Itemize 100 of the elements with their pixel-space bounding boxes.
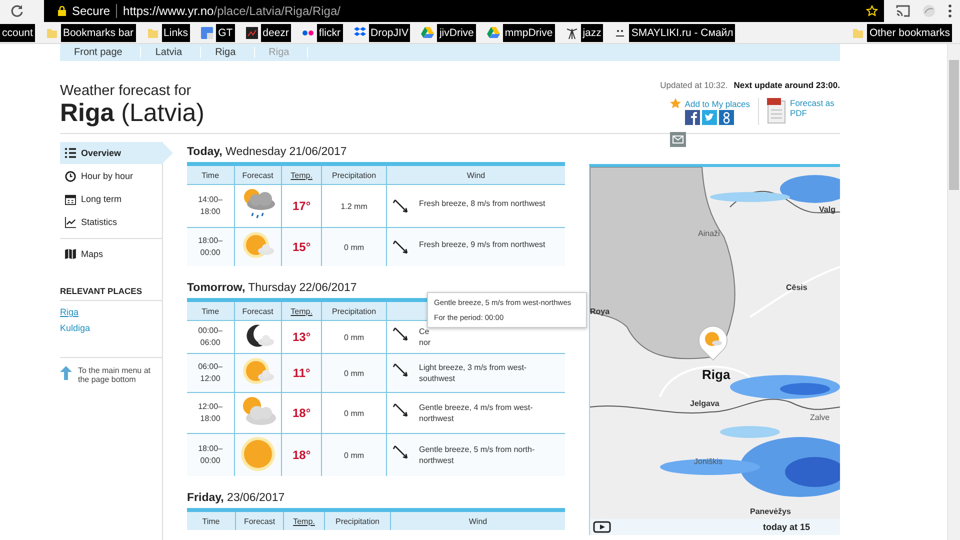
place-link[interactable]: Riga xyxy=(60,307,79,317)
day-heading: Today, Wednesday 21/06/2017 xyxy=(187,146,348,158)
facebook-icon[interactable] xyxy=(685,110,700,125)
weather-map[interactable]: Valg Ainaži Cēsis Roya Riga Jelgava Zalve Joniškis Panevėžys today at 15 xyxy=(589,164,840,535)
column-header: Time xyxy=(202,306,220,316)
scrollbar-thumb[interactable] xyxy=(949,60,959,190)
wind-arrow-icon xyxy=(393,239,409,255)
bookmark-item[interactable]: SMAYLIKI.ru - Смайл xyxy=(629,24,736,42)
map-place-label: Joniškis xyxy=(694,457,722,466)
precipitation-cell: 0 mm xyxy=(322,434,386,476)
column-header: Temp. xyxy=(290,170,312,180)
wind-arrow-icon xyxy=(393,362,409,378)
bookmark-item[interactable]: Other bookmarks xyxy=(867,24,952,42)
list-icon xyxy=(65,148,76,158)
folder-icon xyxy=(46,26,58,38)
page-subtitle: Weather forecast for xyxy=(60,83,192,99)
column-header: Temp. xyxy=(293,516,315,526)
triangle-icon xyxy=(421,27,434,38)
wind-description: Gentle breeze, 5 m/s from north-northwest xyxy=(419,444,536,466)
clock-icon xyxy=(65,170,76,182)
precipitation-cell: 0 mm xyxy=(322,354,386,392)
bookmark-item[interactable]: jazz xyxy=(580,24,604,42)
box-icon xyxy=(354,27,366,38)
temperature-cell: 11° xyxy=(282,354,322,392)
play-icon[interactable] xyxy=(593,521,611,533)
section-heading: RELEVANT PLACES xyxy=(60,286,162,301)
wind-description: Gentle breeze, 4 m/s from west-northwest xyxy=(419,402,534,424)
column-header: Precipitation xyxy=(335,516,380,526)
column-header: Wind xyxy=(468,516,488,526)
bookmark-item[interactable]: ccount xyxy=(0,24,35,42)
bookmark-item[interactable]: jivDrive xyxy=(437,24,476,42)
chart-icon xyxy=(246,26,258,38)
nav-tab[interactable]: Hour by hour xyxy=(60,165,162,187)
bookmark-item[interactable]: Links xyxy=(162,24,190,42)
page-title: Riga (Latvia) xyxy=(60,99,204,128)
map-place-label: Panevėžys xyxy=(750,507,791,516)
folder-icon xyxy=(146,26,159,38)
address-bar[interactable]: Secure https://www.yr.no/place/Latvia/Riga/Riga/ xyxy=(44,0,884,22)
updated-text: Updated at 10:32. xyxy=(660,80,728,90)
breadcrumb-link[interactable]: Front page xyxy=(60,47,142,58)
map-icon xyxy=(65,249,76,259)
time-cell: 06:00– 12:00 xyxy=(187,354,234,392)
extension-icon[interactable] xyxy=(922,4,936,18)
day-heading: Tomorrow, Thursday 22/06/2017 xyxy=(187,282,358,294)
temperature-cell: 15° xyxy=(282,228,322,266)
add-to-places-link[interactable]: Add to My places xyxy=(684,98,750,108)
bookmark-item[interactable]: mmpDrive xyxy=(502,24,555,42)
main-menu-link[interactable]: To the main menu at the page bottom xyxy=(78,366,153,384)
wind-arrow-icon xyxy=(393,402,409,418)
temperature-cell: 18° xyxy=(282,434,322,476)
breadcrumb-link[interactable]: Latvia xyxy=(141,47,202,58)
bookmark-item[interactable]: DropJIV xyxy=(368,24,410,42)
column-header: Precipitation xyxy=(332,170,376,180)
nav-tab[interactable]: Maps xyxy=(60,243,162,265)
wind-description: Fresh breeze, 8 m/s from northwest xyxy=(419,198,546,209)
star-icon[interactable] xyxy=(866,5,878,17)
bookmark-item[interactable]: deezr xyxy=(260,24,291,42)
arrow-up-icon[interactable] xyxy=(60,366,72,380)
map-place-label: Roya xyxy=(590,307,610,316)
wind-description: Fresh breeze, 9 m/s from northwest xyxy=(419,239,546,250)
wind-arrow-icon xyxy=(393,198,409,214)
bookmark-item[interactable]: GT xyxy=(216,24,235,42)
next-update-text: Next update around 23:00. xyxy=(734,80,840,90)
more-icon[interactable] xyxy=(948,4,952,18)
pdf-link[interactable]: Forecast as PDF xyxy=(790,98,840,118)
line-chart-icon xyxy=(65,216,76,228)
breadcrumb-link[interactable]: Riga xyxy=(201,47,255,58)
column-header: Time xyxy=(202,516,220,526)
map-place-label: Cēsis xyxy=(786,283,808,292)
tower-icon xyxy=(566,26,578,38)
star-icon xyxy=(670,98,681,109)
pdf-icon xyxy=(767,98,786,124)
column-header: Forecast xyxy=(242,306,274,316)
wind-description: Light breeze, 3 m/s from west-southwest xyxy=(419,362,528,384)
place-link[interactable]: Kuldiga xyxy=(60,323,90,333)
cast-icon[interactable] xyxy=(896,5,910,17)
url-text: https://www.yr.no/place/Latvia/Riga/Riga/ xyxy=(123,4,342,18)
scrollbar[interactable] xyxy=(947,44,960,540)
mail-icon[interactable] xyxy=(670,132,686,147)
map-place-label: Riga xyxy=(702,367,730,382)
precipitation-cell: 0 mm xyxy=(322,228,386,266)
folder-icon xyxy=(852,26,864,38)
wind-description: Ce nor xyxy=(419,326,432,348)
map-place-label: Zalve xyxy=(810,413,830,422)
google-plus-icon[interactable] xyxy=(719,110,734,125)
bookmark-item[interactable]: flickr xyxy=(316,24,343,42)
map-time-label: today at 15 xyxy=(762,522,810,532)
lock-icon xyxy=(58,6,66,16)
map-place-label: Valg xyxy=(819,205,836,214)
nav-tab[interactable]: Statistics xyxy=(60,211,162,233)
bookmark-item[interactable]: Bookmarks bar xyxy=(60,24,136,42)
column-header: Forecast xyxy=(244,516,276,526)
wind-arrow-icon xyxy=(393,444,409,460)
column-header: Wind xyxy=(466,170,486,180)
dots-icon xyxy=(302,30,314,36)
day-heading: Friday, 23/06/2017 xyxy=(187,492,286,504)
reload-icon[interactable] xyxy=(10,4,24,18)
nav-tab[interactable]: Long term xyxy=(60,188,162,210)
wind-arrow-icon xyxy=(393,326,409,342)
translate-icon xyxy=(201,26,214,38)
